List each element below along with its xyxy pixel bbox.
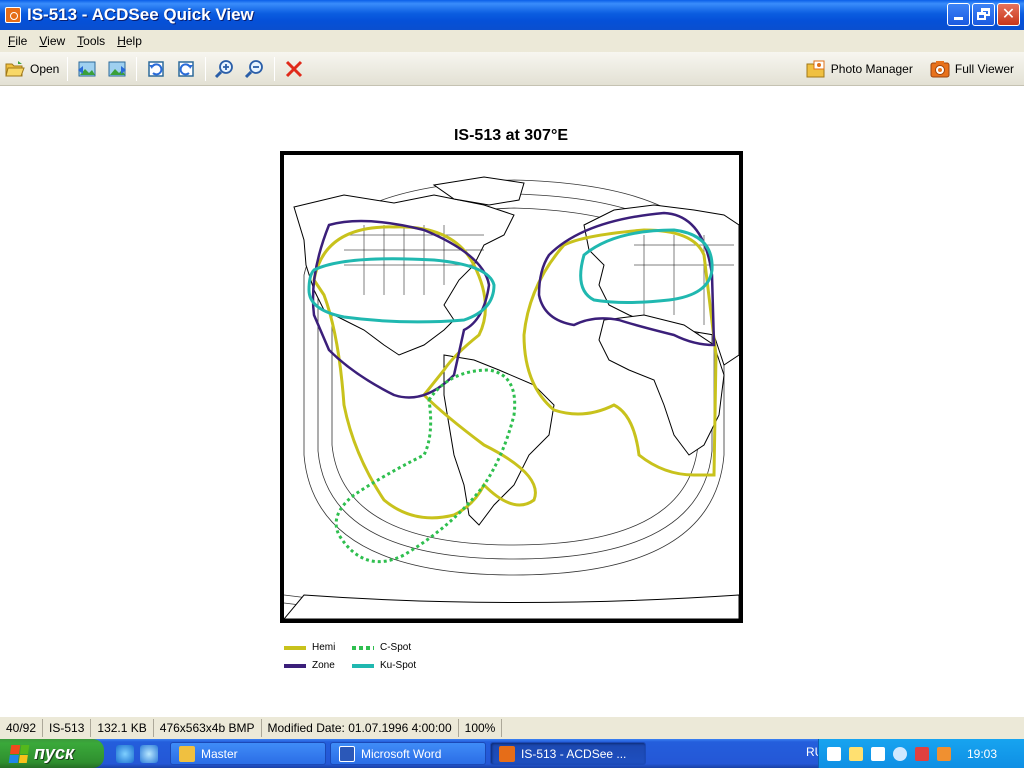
legend-label-hemi: Hemi	[312, 642, 336, 653]
open-button[interactable]: Open	[0, 55, 63, 83]
start-button[interactable]: пуск	[0, 739, 104, 768]
status-filename: IS-513	[43, 719, 92, 737]
minimize-button[interactable]	[947, 3, 970, 26]
system-tray: 19:03	[818, 739, 1024, 768]
legend-item-ku-spot: Ku-Spot	[352, 660, 416, 671]
toolbar-separator	[136, 56, 138, 81]
task-acdsee[interactable]: IS-513 - ACDSee ...	[490, 742, 646, 765]
task-word-label: Microsoft Word	[361, 746, 442, 761]
menu-help[interactable]: Help	[111, 34, 148, 48]
acdsee-app-icon[interactable]	[5, 7, 21, 23]
windows-logo-icon	[8, 744, 30, 763]
menu-view-label: iew	[47, 34, 66, 48]
photo-manager-label: Photo Manager	[830, 62, 913, 76]
coverage-map-drawing	[284, 176, 739, 619]
acdsee-quick-view-window: IS-513 - ACDSee Quick View ✕ File View T…	[0, 0, 1024, 768]
status-position: 40/92	[0, 719, 44, 737]
continent-outlines	[284, 176, 739, 619]
close-button[interactable]: ✕	[997, 3, 1020, 26]
tray-expand-icon[interactable]	[893, 746, 907, 761]
start-label: пуск	[34, 743, 75, 763]
zoom-out-icon	[245, 59, 264, 78]
status-filesize: 132.1 KB	[91, 719, 154, 737]
task-microsoft-word[interactable]: Microsoft Word	[330, 742, 486, 765]
legend-item-hemi: Hemi	[284, 642, 335, 653]
folder-icon	[179, 745, 195, 762]
rotate-left-icon	[148, 60, 165, 77]
full-viewer-icon	[930, 61, 950, 78]
folder-open-icon	[5, 60, 25, 76]
legend-swatch-hemi	[284, 645, 306, 650]
legend-swatch-ku-spot	[352, 663, 374, 668]
image-viewer[interactable]: IS-513 at 307°E Hemi C-Spot Zone Ku-Spot	[0, 86, 1024, 716]
keyboard-icon[interactable]	[827, 746, 841, 761]
next-image-button[interactable]	[102, 55, 132, 83]
title-bar[interactable]: IS-513 - ACDSee Quick View ✕	[0, 0, 1024, 30]
window-controls: ✕	[947, 3, 1020, 26]
rotate-right-button[interactable]	[171, 55, 201, 83]
menu-file-label: ile	[15, 34, 28, 48]
status-dimensions: 476x563x4b BMP	[154, 719, 262, 737]
quick-launch	[116, 744, 166, 763]
coverage-map	[280, 151, 743, 623]
close-icon: ✕	[1001, 6, 1016, 23]
legend-item-c-spot: C-Spot	[352, 642, 411, 653]
toolbar-separator	[274, 56, 276, 81]
photo-manager-button[interactable]: Photo Manager	[801, 55, 917, 83]
toolbar-right: Photo Manager Full Viewer	[801, 55, 1018, 83]
zoom-in-button[interactable]	[210, 55, 240, 83]
menu-tools-label: ools	[83, 34, 106, 48]
internet-explorer-icon[interactable]	[116, 744, 134, 763]
menu-help-label: elp	[125, 34, 142, 48]
zoom-in-icon	[215, 59, 234, 78]
task-master[interactable]: Master	[170, 742, 326, 765]
delete-button[interactable]	[279, 55, 309, 83]
minimize-icon	[954, 17, 963, 20]
clock[interactable]: 19:03	[967, 747, 997, 761]
acdsee-task-icon	[499, 745, 515, 762]
legend-item-zone: Zone	[284, 660, 335, 671]
open-label: Open	[30, 61, 60, 76]
network-icon[interactable]	[871, 746, 885, 761]
menu-view-accel: V	[39, 34, 48, 48]
legend-swatch-c-spot	[352, 645, 374, 650]
window-title: IS-513 - ACDSee Quick View	[27, 5, 254, 24]
show-desktop-icon[interactable]	[140, 744, 158, 763]
zoom-out-button[interactable]	[240, 55, 270, 83]
delete-icon	[286, 60, 303, 77]
legend-swatch-zone	[284, 663, 306, 668]
image-title: IS-513 at 307°E	[453, 127, 569, 144]
legend-label-zone: Zone	[312, 660, 335, 671]
menu-bar: File View Tools Help	[0, 30, 1024, 52]
full-viewer-button[interactable]: Full Viewer	[925, 55, 1018, 83]
status-modified-date: Modified Date: 01.07.1996 4:00:00	[262, 719, 459, 737]
menu-help-accel: H	[117, 34, 126, 48]
photo-manager-icon	[806, 60, 825, 78]
taskbar: пуск Master Microsoft Word IS-513 - ACDS…	[0, 739, 1024, 768]
menu-file[interactable]: File	[2, 34, 33, 48]
status-zoom: 100%	[459, 719, 503, 737]
next-image-icon	[108, 61, 127, 76]
status-bar: 40/92 IS-513 132.1 KB 476x563x4b BMP Mod…	[0, 716, 1024, 739]
toolbar: Open Photo Manager Full Viewer	[0, 52, 1024, 86]
tray-app-icon[interactable]	[937, 746, 951, 761]
previous-image-button[interactable]	[72, 55, 102, 83]
antivirus-icon[interactable]	[915, 746, 929, 761]
restore-button[interactable]	[972, 3, 995, 26]
task-master-label: Master	[201, 746, 238, 761]
previous-image-icon	[78, 61, 96, 76]
toolbar-separator	[205, 56, 207, 81]
legend-label-c-spot: C-Spot	[380, 642, 412, 653]
word-icon	[339, 745, 355, 762]
restore-icon-back	[977, 12, 986, 20]
task-acdsee-label: IS-513 - ACDSee ...	[521, 746, 627, 761]
full-viewer-label: Full Viewer	[954, 62, 1014, 76]
help-icon[interactable]	[849, 746, 863, 761]
legend-label-ku-spot: Ku-Spot	[380, 660, 417, 671]
menu-view[interactable]: View	[33, 34, 71, 48]
rotate-left-button[interactable]	[141, 55, 171, 83]
toolbar-separator	[67, 56, 69, 81]
rotate-right-icon	[178, 60, 195, 77]
menu-tools[interactable]: Tools	[71, 34, 111, 48]
